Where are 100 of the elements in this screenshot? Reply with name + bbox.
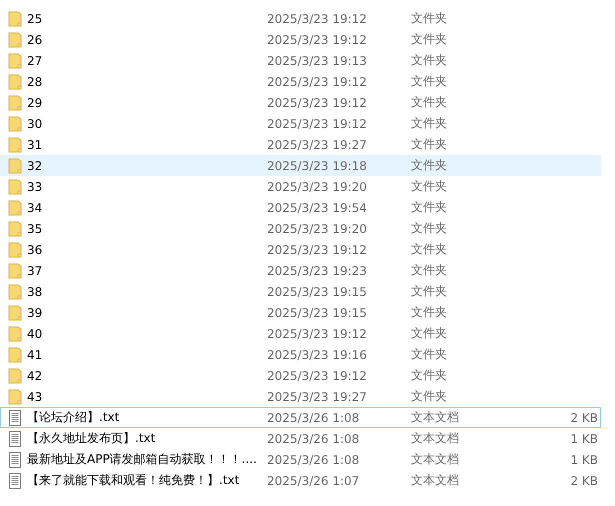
file-row[interactable]: 30 2025/3/23 19:12 文件夹	[0, 113, 601, 134]
file-name: 42	[27, 368, 44, 382]
file-name: 26	[27, 32, 44, 46]
file-name: 32	[27, 158, 44, 172]
file-type: 文件夹	[411, 262, 448, 279]
file-type: 文件夹	[411, 31, 448, 48]
file-name: 【来了就能下载和观看！纯免费！】.txt	[27, 472, 240, 489]
modified-date: 2025/3/26 1:08	[267, 452, 360, 466]
file-type: 文件夹	[411, 241, 448, 258]
file-row[interactable]: 最新地址及APP请发邮箱自动获取！！！.... 2025/3/26 1:08 文本文档 1 KB	[0, 449, 601, 470]
folder-icon	[8, 346, 22, 362]
modified-date: 2025/3/23 19:20	[267, 222, 368, 236]
text-file-icon	[8, 472, 22, 488]
file-row[interactable]: 37 2025/3/23 19:23 文件夹	[0, 260, 601, 281]
modified-date: 2025/3/23 19:15	[267, 284, 368, 298]
file-type: 文件夹	[411, 136, 448, 153]
file-name: 30	[27, 116, 44, 130]
file-type: 文件夹	[411, 220, 448, 237]
modified-date: 2025/3/23 19:27	[267, 138, 368, 152]
modified-date: 2025/3/23 19:16	[267, 348, 368, 362]
file-row[interactable]: 27 2025/3/23 19:13 文件夹	[0, 50, 601, 71]
file-type: 文件夹	[411, 157, 448, 174]
file-row[interactable]: 42 2025/3/23 19:12 文件夹	[0, 365, 601, 386]
file-type: 文本文档	[411, 430, 460, 447]
file-type: 文件夹	[411, 178, 448, 195]
file-name: 最新地址及APP请发邮箱自动获取！！！....	[27, 451, 258, 468]
file-name: 25	[27, 12, 44, 26]
folder-icon	[8, 10, 22, 26]
text-file-icon	[8, 452, 22, 468]
modified-date: 2025/3/23 19:12	[267, 116, 368, 130]
file-type: 文本文档	[411, 409, 460, 426]
file-size: 1 KB	[569, 432, 598, 446]
file-row[interactable]: 29 2025/3/23 19:12 文件夹	[0, 92, 601, 113]
file-name: 34	[27, 200, 44, 214]
folder-icon	[8, 94, 22, 110]
modified-date: 2025/3/23 19:20	[267, 180, 368, 194]
file-row[interactable]: 33 2025/3/23 19:20 文件夹	[0, 176, 601, 197]
folder-icon	[8, 242, 22, 258]
modified-date: 2025/3/26 1:07	[267, 474, 360, 488]
file-type: 文件夹	[411, 283, 448, 300]
file-row[interactable]: 36 2025/3/23 19:12 文件夹	[0, 239, 601, 260]
modified-date: 2025/3/26 1:08	[267, 410, 360, 424]
modified-date: 2025/3/23 19:15	[267, 306, 368, 320]
file-size: 2 KB	[569, 410, 598, 424]
folder-icon	[8, 200, 22, 216]
file-row[interactable]: 35 2025/3/23 19:20 文件夹	[0, 218, 601, 239]
file-name: 35	[27, 222, 44, 236]
folder-icon	[8, 220, 22, 236]
file-row[interactable]: 【永久地址发布页】.txt 2025/3/26 1:08 文本文档 1 KB	[0, 428, 601, 449]
file-type: 文件夹	[411, 199, 448, 216]
file-row[interactable]: 34 2025/3/23 19:54 文件夹	[0, 197, 601, 218]
file-name: 41	[27, 348, 44, 362]
file-row[interactable]: 26 2025/3/23 19:12 文件夹	[0, 29, 601, 50]
file-name: 43	[27, 390, 44, 404]
folder-icon	[8, 32, 22, 48]
text-file-icon	[8, 410, 22, 426]
modified-date: 2025/3/23 19:12	[267, 96, 368, 110]
folder-icon	[8, 326, 22, 342]
file-size: 2 KB	[569, 474, 598, 488]
file-row[interactable]: 25 2025/3/23 19:12 文件夹	[0, 8, 601, 29]
file-row[interactable]: 38 2025/3/23 19:15 文件夹	[0, 281, 601, 302]
folder-icon	[8, 304, 22, 320]
folder-icon	[8, 116, 22, 132]
file-type: 文件夹	[411, 346, 448, 363]
file-row[interactable]: 43 2025/3/23 19:27 文件夹	[0, 386, 601, 407]
folder-icon	[8, 158, 22, 174]
file-row[interactable]: 28 2025/3/23 19:12 文件夹	[0, 71, 601, 92]
modified-date: 2025/3/23 19:23	[267, 264, 368, 278]
file-row[interactable]: 31 2025/3/23 19:27 文件夹	[0, 134, 601, 155]
file-row[interactable]: 39 2025/3/23 19:15 文件夹	[0, 302, 601, 323]
file-type: 文件夹	[411, 325, 448, 342]
modified-date: 2025/3/23 19:54	[267, 200, 368, 214]
file-type: 文件夹	[411, 367, 448, 384]
folder-icon	[8, 136, 22, 152]
modified-date: 2025/3/26 1:08	[267, 432, 360, 446]
file-name: 【论坛介绍】.txt	[27, 409, 120, 426]
modified-date: 2025/3/23 19:12	[267, 12, 368, 26]
folder-icon	[8, 74, 22, 90]
file-type: 文件夹	[411, 304, 448, 321]
file-row[interactable]: 40 2025/3/23 19:12 文件夹	[0, 323, 601, 344]
modified-date: 2025/3/23 19:12	[267, 74, 368, 88]
modified-date: 2025/3/23 19:12	[267, 326, 368, 340]
file-row[interactable]: 32 2025/3/23 19:18 文件夹	[0, 155, 601, 176]
file-name: 33	[27, 180, 44, 194]
file-type: 文件夹	[411, 115, 448, 132]
folder-icon	[8, 368, 22, 384]
modified-date: 2025/3/23 19:18	[267, 158, 368, 172]
folder-icon	[8, 178, 22, 194]
folder-icon	[8, 388, 22, 404]
file-name: 28	[27, 74, 44, 88]
modified-date: 2025/3/23 19:13	[267, 54, 368, 68]
modified-date: 2025/3/23 19:12	[267, 368, 368, 382]
file-type: 文本文档	[411, 451, 460, 468]
file-row[interactable]: 41 2025/3/23 19:16 文件夹	[0, 344, 601, 365]
file-row[interactable]: 【来了就能下载和观看！纯免费！】.txt 2025/3/26 1:07 文本文档 2 KB	[0, 470, 601, 491]
file-type: 文本文档	[411, 472, 460, 489]
file-row[interactable]: 【论坛介绍】.txt 2025/3/26 1:08 文本文档 2 KB	[0, 407, 601, 428]
file-type: 文件夹	[411, 73, 448, 90]
file-name: 31	[27, 138, 44, 152]
file-name: 37	[27, 264, 44, 278]
